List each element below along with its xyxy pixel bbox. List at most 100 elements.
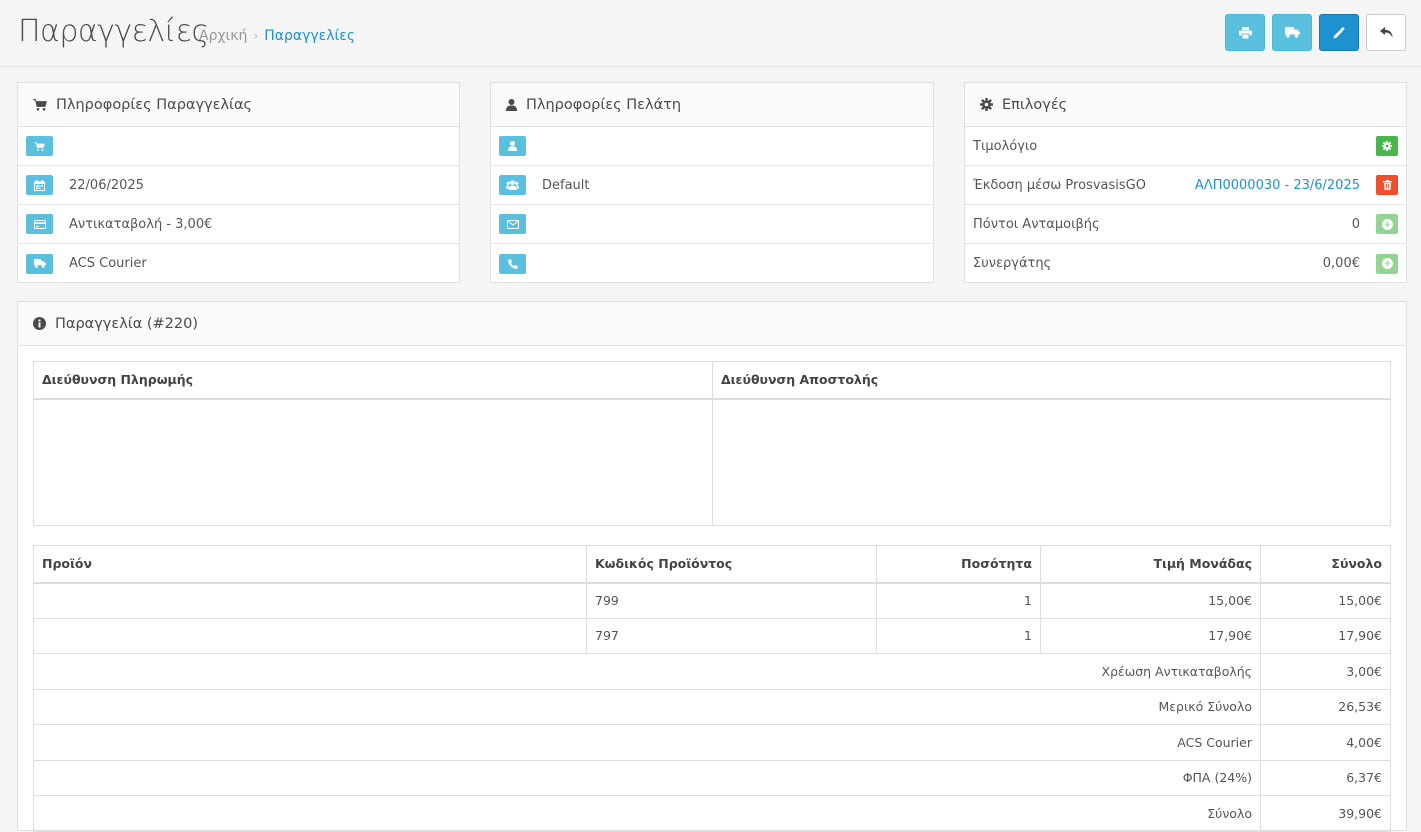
total-label: Χρέωση Αντικαταβολής — [33, 653, 1261, 690]
print-invoice-button[interactable] — [1225, 14, 1265, 51]
breadcrumb-orders[interactable]: Παραγγελίες — [264, 28, 355, 44]
payment-address — [33, 398, 713, 526]
reward-points-label: Πόντοι Ανταμοιβής — [973, 216, 1100, 232]
shipping-address-header: Διεύθυνση Αποστολής — [712, 361, 1391, 400]
invoice-row: Τιμολόγιο — [965, 127, 1406, 166]
add-reward-points-button[interactable] — [1376, 214, 1398, 234]
plus-circle-icon — [1381, 218, 1393, 230]
plus-circle-icon — [1381, 258, 1393, 269]
header-actions — [1225, 14, 1406, 51]
product-model: 799 — [586, 582, 877, 619]
totals-row: Χρέωση Αντικαταβολής 3,00€ — [33, 653, 1391, 690]
info-circle-icon — [33, 317, 46, 330]
total-value: 6,37€ — [1260, 760, 1391, 796]
phone-button[interactable] — [499, 253, 526, 274]
customer-group: Default — [542, 177, 590, 193]
total-label: Μερικό Σύνολο — [33, 689, 1261, 725]
total-value: 3,00€ — [1260, 653, 1391, 690]
gear-icon — [1382, 141, 1392, 151]
product-column-header: Προϊόν — [33, 545, 587, 584]
product-quantity: 1 — [876, 618, 1041, 654]
customer-phone-row — [491, 244, 933, 283]
product-quantity: 1 — [876, 582, 1041, 619]
total-label: ACS Courier — [33, 724, 1261, 761]
user-icon — [508, 141, 517, 151]
totals-row: ΦΠΑ (24%) 6,37€ — [33, 760, 1391, 796]
truck-icon — [1284, 27, 1300, 38]
product-total: 15,00€ — [1260, 582, 1391, 619]
order-info-panel: Πληροφορίες Παραγγελίας 22/06/2025 Αντικ… — [17, 82, 460, 283]
reward-points-row: Πόντοι Ανταμοιβής 0 — [965, 205, 1406, 244]
unit-price-column-header: Τιμή Μονάδας — [1040, 545, 1261, 584]
shopping-cart-icon — [33, 98, 47, 111]
shipping-button[interactable] — [26, 253, 53, 274]
customer-info-title: Πληροφορίες Πελάτη — [526, 96, 682, 113]
delete-issue-button[interactable] — [1376, 175, 1398, 195]
date-button[interactable] — [26, 175, 53, 195]
totals-row: Σύνολο 39,90€ — [33, 795, 1391, 832]
product-total: 17,90€ — [1260, 618, 1391, 654]
table-row: 797 1 17,90€ 17,90€ — [33, 618, 1391, 654]
issue-label: Έκδοση μέσω ProsvasisGO — [973, 177, 1146, 193]
totals-row: Μερικό Σύνολο 26,53€ — [33, 689, 1391, 725]
total-value: 4,00€ — [1260, 724, 1391, 761]
print-icon — [1238, 26, 1252, 39]
product-name[interactable] — [33, 582, 587, 619]
issue-document-link[interactable]: ΑΛΠ0000030 - 23/6/2025 — [1195, 178, 1360, 193]
issue-row: Έκδοση μέσω ProsvasisGO ΑΛΠ0000030 - 23/… — [965, 166, 1406, 205]
customer-button[interactable] — [499, 136, 526, 156]
quantity-column-header: Ποσότητα — [876, 545, 1041, 584]
shipping-method: ACS Courier — [69, 256, 147, 271]
affiliate-value: 0,00€ — [1322, 256, 1360, 271]
shipping-address — [712, 398, 1391, 526]
options-title: Επιλογές — [1002, 96, 1068, 113]
order-details-heading: Παραγγελία (#220) — [18, 302, 1406, 346]
email-button[interactable] — [499, 214, 526, 234]
product-price: 17,90€ — [1040, 618, 1261, 654]
payment-button[interactable] — [26, 214, 53, 234]
product-model: 797 — [586, 618, 877, 654]
address-table: Διεύθυνση Πληρωμής Διεύθυνση Αποστολής — [33, 361, 1391, 526]
generate-invoice-button[interactable] — [1376, 136, 1398, 156]
products-table: Προϊόν Κωδικός Προϊόντος Ποσότητα Τιμή Μ… — [33, 545, 1391, 832]
page-header: Παραγγελίες Αρχική › Παραγγελίες — [0, 0, 1421, 67]
print-shipping-button[interactable] — [1272, 14, 1312, 51]
product-price: 15,00€ — [1040, 582, 1261, 619]
breadcrumb-separator: › — [253, 29, 259, 43]
customer-info-panel: Πληροφορίες Πελάτη Default — [490, 82, 934, 283]
edit-button[interactable] — [1319, 14, 1359, 51]
reply-icon — [1379, 27, 1392, 38]
customer-name-row — [491, 127, 933, 166]
affiliate-row: Συνεργάτης 0,00€ — [965, 244, 1406, 283]
shipping-row: ACS Courier — [18, 244, 459, 283]
customer-email-row — [491, 205, 933, 244]
totals-row: ACS Courier 4,00€ — [33, 724, 1391, 761]
customer-group-button[interactable] — [499, 175, 526, 195]
model-column-header: Κωδικός Προϊόντος — [586, 545, 877, 584]
options-panel: Επιλογές Τιμολόγιο Έκδοση μέσω Prosvasis… — [964, 82, 1407, 283]
customer-info-heading: Πληροφορίες Πελάτη — [491, 83, 933, 127]
product-name[interactable] — [33, 618, 587, 654]
store-row — [18, 127, 459, 166]
order-info-title: Πληροφορίες Παραγγελίας — [56, 96, 253, 113]
back-button[interactable] — [1366, 14, 1406, 51]
users-group-icon — [506, 180, 519, 190]
order-details-panel: Παραγγελία (#220) Διεύθυνση Πληρωμής Διε… — [17, 301, 1407, 832]
order-info-heading: Πληροφορίες Παραγγελίας — [18, 83, 459, 127]
breadcrumb-home[interactable]: Αρχική — [199, 28, 247, 44]
user-icon — [506, 98, 517, 111]
total-value: 39,90€ — [1260, 795, 1391, 832]
payment-address-header: Διεύθυνση Πληρωμής — [33, 361, 713, 400]
gear-icon — [980, 98, 993, 111]
table-row: 799 1 15,00€ 15,00€ — [33, 582, 1391, 619]
payment-row: Αντικαταβολή - 3,00€ — [18, 205, 459, 244]
credit-card-icon — [33, 219, 46, 229]
phone-icon — [507, 259, 517, 269]
cart-button[interactable] — [26, 136, 53, 156]
trash-icon — [1382, 180, 1392, 190]
envelope-icon — [506, 219, 519, 229]
pencil-icon — [1333, 26, 1345, 38]
calendar-icon — [34, 179, 45, 191]
add-commission-button[interactable] — [1376, 253, 1398, 274]
shopping-cart-icon — [34, 141, 45, 151]
